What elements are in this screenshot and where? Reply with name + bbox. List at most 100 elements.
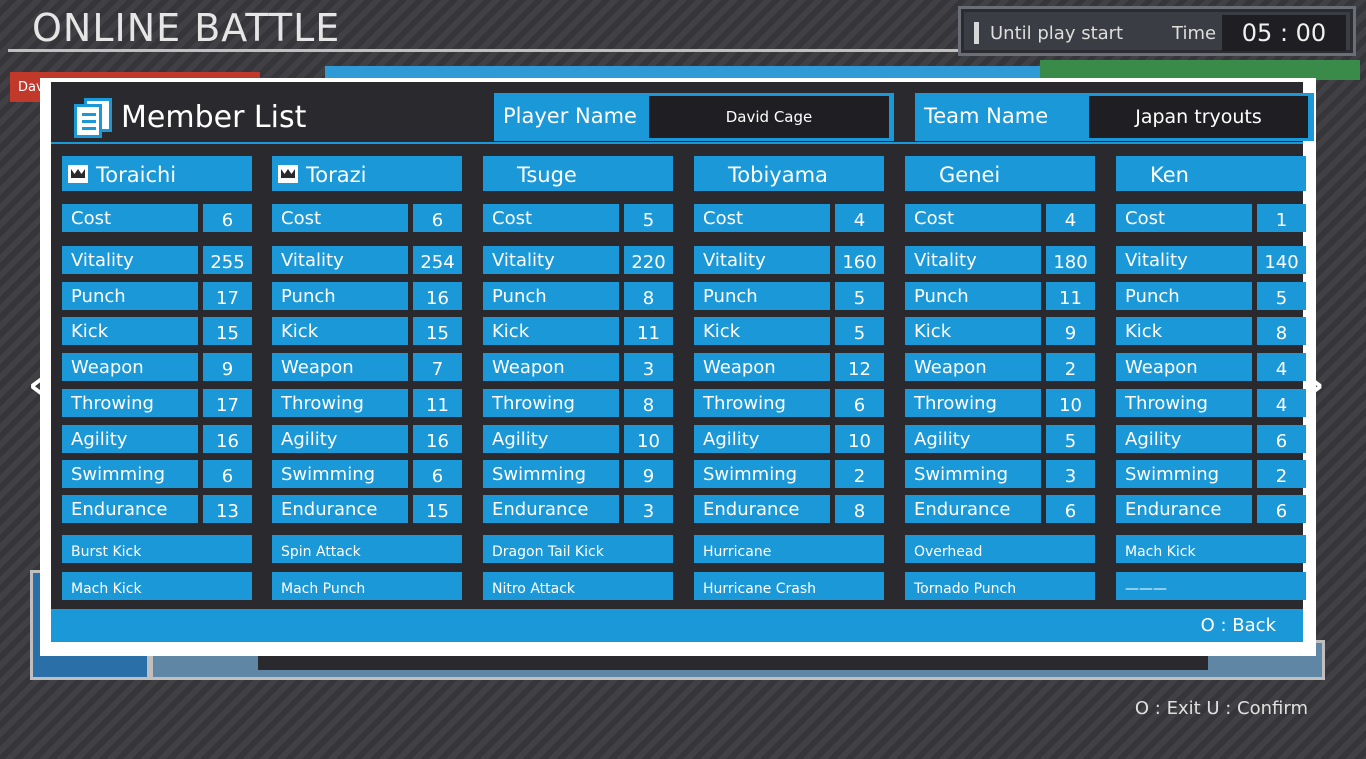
crown-icon <box>68 165 88 183</box>
stat-value: 2 <box>1257 460 1306 488</box>
stat-label: Cost <box>905 204 1041 232</box>
crown-icon-shape <box>281 169 295 178</box>
stat-value: 2 <box>1046 353 1095 381</box>
skill-cell: Nitro Attack <box>483 572 673 600</box>
stat-label: Throwing <box>272 389 408 417</box>
member-name-cell[interactable]: Tsuge <box>483 156 673 191</box>
member-name-cell[interactable]: Ken <box>1116 156 1306 191</box>
stat-label: Agility <box>62 425 198 453</box>
stat-value: 10 <box>624 425 673 453</box>
stat-label: Weapon <box>483 353 619 381</box>
page-title: ONLINE BATTLE <box>32 6 341 50</box>
stat-value: 220 <box>624 246 673 274</box>
skill-cell: Mach Kick <box>1116 535 1306 563</box>
member-name-cell[interactable]: Genei <box>905 156 1095 191</box>
skill-cell: Burst Kick <box>62 535 252 563</box>
stat-value: 6 <box>1257 425 1306 453</box>
stat-label: Endurance <box>694 495 830 523</box>
stat-label: Swimming <box>1116 460 1252 488</box>
stat-label: Punch <box>905 282 1041 310</box>
timer-marker <box>974 22 979 44</box>
stat-label: Vitality <box>1116 246 1252 274</box>
stat-value: 6 <box>413 460 462 488</box>
timer-label: Until play start <box>990 23 1124 44</box>
player-name-field: Player Name David Cage <box>494 93 894 141</box>
stat-value: 5 <box>1046 425 1095 453</box>
stat-label: Cost <box>62 204 198 232</box>
stat-label: Kick <box>483 317 619 345</box>
stat-value: 255 <box>203 246 252 274</box>
stat-label: Vitality <box>483 246 619 274</box>
stat-value: 2 <box>835 460 884 488</box>
stat-label: Throwing <box>483 389 619 417</box>
stat-label: Weapon <box>62 353 198 381</box>
stat-value: 5 <box>835 317 884 345</box>
stat-label: Cost <box>483 204 619 232</box>
stat-value: 4 <box>1257 389 1306 417</box>
team-name-value: Japan tryouts <box>1089 96 1308 138</box>
stat-label: Kick <box>905 317 1041 345</box>
stat-value: 1 <box>1257 204 1306 232</box>
stat-label: Endurance <box>272 495 408 523</box>
stat-value: 8 <box>835 495 884 523</box>
stat-label: Swimming <box>62 460 198 488</box>
stat-label: Throwing <box>1116 389 1252 417</box>
member-name: Ken <box>1150 163 1189 187</box>
back-hint[interactable]: O : Back <box>1201 615 1276 636</box>
stat-label: Punch <box>694 282 830 310</box>
stat-value: 8 <box>1257 317 1306 345</box>
crown-icon <box>278 165 298 183</box>
stat-label: Vitality <box>62 246 198 274</box>
document-icon-line <box>82 127 96 130</box>
team-name-field: Team Name Japan tryouts <box>915 93 1314 141</box>
member-name: Torazi <box>306 163 367 187</box>
stat-label: Endurance <box>1116 495 1252 523</box>
stat-value: 10 <box>835 425 884 453</box>
stat-value: 4 <box>1046 204 1095 232</box>
modal-footer: O : Back <box>51 609 1303 642</box>
stat-label: Kick <box>694 317 830 345</box>
stat-label: Kick <box>272 317 408 345</box>
stat-value: 4 <box>1257 353 1306 381</box>
stat-value: 6 <box>835 389 884 417</box>
header-separator <box>51 142 1303 144</box>
countdown-panel-inner: Until play start Time 05 : 00 <box>964 12 1350 51</box>
skill-cell: Spin Attack <box>272 535 462 563</box>
player-name-value: David Cage <box>649 96 889 138</box>
stat-label: Weapon <box>1116 353 1252 381</box>
stat-label: Weapon <box>272 353 408 381</box>
stat-label: Kick <box>1116 317 1252 345</box>
stat-label: Punch <box>272 282 408 310</box>
member-name-cell[interactable]: Tobiyama <box>694 156 884 191</box>
stat-value: 6 <box>413 204 462 232</box>
stat-label: Punch <box>483 282 619 310</box>
stat-value: 16 <box>203 425 252 453</box>
skill-cell: Hurricane <box>694 535 884 563</box>
stat-value: 6 <box>1046 495 1095 523</box>
team-name-label: Team Name <box>924 104 1049 128</box>
member-name-cell[interactable]: Torazi <box>272 156 462 191</box>
stat-value: 17 <box>203 282 252 310</box>
skill-cell: ——— <box>1116 572 1306 600</box>
member-name-cell[interactable]: Toraichi <box>62 156 252 191</box>
stat-label: Weapon <box>694 353 830 381</box>
stat-value: 15 <box>413 317 462 345</box>
background-green-panel <box>1040 60 1360 80</box>
stat-value: 254 <box>413 246 462 274</box>
stat-label: Swimming <box>272 460 408 488</box>
stat-label: Endurance <box>905 495 1041 523</box>
stat-value: 12 <box>835 353 884 381</box>
time-value: 05 : 00 <box>1222 15 1346 51</box>
stat-label: Kick <box>62 317 198 345</box>
title-underline <box>8 49 958 52</box>
stat-label: Swimming <box>483 460 619 488</box>
stat-label: Agility <box>1116 425 1252 453</box>
stat-label: Vitality <box>905 246 1041 274</box>
stat-value: 16 <box>413 282 462 310</box>
stat-label: Swimming <box>905 460 1041 488</box>
stat-label: Throwing <box>694 389 830 417</box>
skill-cell: Mach Punch <box>272 572 462 600</box>
stat-value: 8 <box>624 389 673 417</box>
stat-label: Swimming <box>694 460 830 488</box>
player-name-label: Player Name <box>503 104 637 128</box>
